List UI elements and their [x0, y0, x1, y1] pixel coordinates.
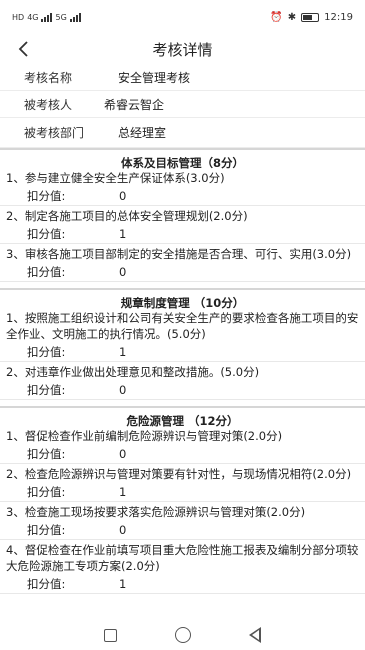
score-label: 扣分值:	[27, 576, 66, 591]
status-left: HD 4G 5G	[12, 12, 81, 22]
score-label: 扣分值:	[27, 188, 66, 203]
info-label: 考核名称	[24, 70, 73, 85]
section-system-goal: 体系及目标管理（8分） 1、参与建立健全安全生产保证体系(3.0分) 扣分值: 0…	[0, 148, 365, 282]
score-value: 0	[119, 264, 127, 279]
system-nav-bar	[0, 620, 365, 650]
score-label: 扣分值:	[27, 446, 66, 461]
score-value: 1	[119, 484, 127, 499]
square-icon[interactable]	[104, 628, 117, 642]
score-row: 扣分值: 1	[0, 574, 365, 594]
triangle-back-icon[interactable]	[249, 627, 261, 643]
assessment-item: 3、审核各施工项目部制定的安全措施是否合理、可行、实用(3.0分)	[6, 247, 352, 261]
score-value: 1	[119, 576, 127, 591]
battery-icon	[301, 12, 320, 22]
score-label: 扣分值:	[27, 264, 66, 279]
info-label: 被考核人	[24, 97, 73, 112]
score-label: 扣分值:	[27, 226, 66, 241]
info-row-department: 被考核部门 总经理室	[0, 118, 365, 148]
score-value: 0	[119, 188, 127, 203]
detail-content[interactable]: 考核名称 安全管理考核 被考核人 希睿云智企 被考核部门 总经理室 体系及目标管…	[0, 64, 365, 620]
alarm-icon: ⏰	[270, 11, 283, 23]
assessment-item: 3、检查施工现场按要求落实危险源辨识与管理对策(2.0分)	[6, 505, 306, 519]
score-label: 扣分值:	[27, 344, 66, 359]
circle-icon[interactable]	[175, 627, 191, 643]
score-row: 扣分值: 0	[0, 380, 365, 400]
network-4g: 4G	[27, 12, 39, 22]
info-row-name: 考核名称 安全管理考核	[0, 64, 365, 91]
assessment-item: 2、制定各施工项目的总体安全管理规划(2.0分)	[6, 209, 248, 223]
score-value: 0	[119, 522, 127, 537]
clock: 12:19	[324, 11, 353, 23]
signal-icon-2	[69, 12, 81, 22]
status-right: ⏰ ✱ 12:19	[270, 12, 353, 23]
page-title: 考核详情	[152, 40, 213, 59]
score-row: 扣分值: 1	[0, 482, 365, 502]
section-title: 危险源管理 （12分）	[126, 414, 239, 428]
assessment-item: 4、督促检查在作业前填写项目重大危险性施工报表及编制分部分项较大危险源施工专项方…	[6, 543, 359, 573]
score-row: 扣分值: 0	[0, 444, 365, 464]
chevron-left-icon[interactable]	[12, 36, 34, 62]
assessment-item: 1、督促检查作业前编制危险源辨识与管理对策(2.0分)	[6, 429, 283, 443]
bluetooth-icon: ✱	[287, 11, 297, 23]
assessment-item: 2、检查危险源辨识与管理对策要有针对性，与现场情况相符(2.0分)	[6, 467, 352, 481]
info-label: 被考核部门	[24, 126, 85, 140]
info-value: 希睿云智企	[104, 97, 165, 112]
score-label: 扣分值:	[27, 484, 66, 499]
signal-icon	[41, 12, 53, 22]
section-title: 体系及目标管理（8分）	[120, 156, 244, 170]
score-row: 扣分值: 1	[0, 342, 365, 362]
score-label: 扣分值:	[27, 382, 66, 397]
score-row: 扣分值: 0	[0, 262, 365, 282]
header: 考核详情	[0, 34, 365, 64]
info-value: 安全管理考核	[118, 70, 191, 85]
section-hazard: 危险源管理 （12分） 1、督促检查作业前编制危险源辨识与管理对策(2.0分) …	[0, 406, 365, 594]
score-row: 扣分值: 1	[0, 224, 365, 244]
hd-indicator: HD	[12, 12, 25, 22]
score-value: 0	[119, 382, 127, 397]
score-value: 1	[119, 226, 127, 241]
assessment-item: 1、按照施工组织设计和公司有关安全生产的要求检查各施工项目的安全作业、文明施工的…	[6, 311, 359, 341]
assessment-item: 2、对违章作业做出处理意见和整改措施。(5.0分)	[6, 365, 260, 379]
score-row: 扣分值: 0	[0, 186, 365, 206]
info-value: 总经理室	[118, 126, 167, 140]
assessment-item: 1、参与建立健全安全生产保证体系(3.0分)	[6, 171, 225, 185]
score-value: 1	[119, 344, 127, 359]
score-value: 0	[119, 446, 127, 461]
section-rules: 规章制度管理 （10分） 1、按照施工组织设计和公司有关安全生产的要求检查各施工…	[0, 288, 365, 400]
section-title: 规章制度管理 （10分）	[120, 296, 245, 310]
network-5g: 5G	[55, 12, 67, 22]
info-row-person: 被考核人 希睿云智企	[0, 91, 365, 118]
score-label: 扣分值:	[27, 522, 66, 537]
status-bar: HD 4G 5G ⏰ ✱ 12:19	[0, 0, 365, 34]
score-row: 扣分值: 0	[0, 520, 365, 540]
